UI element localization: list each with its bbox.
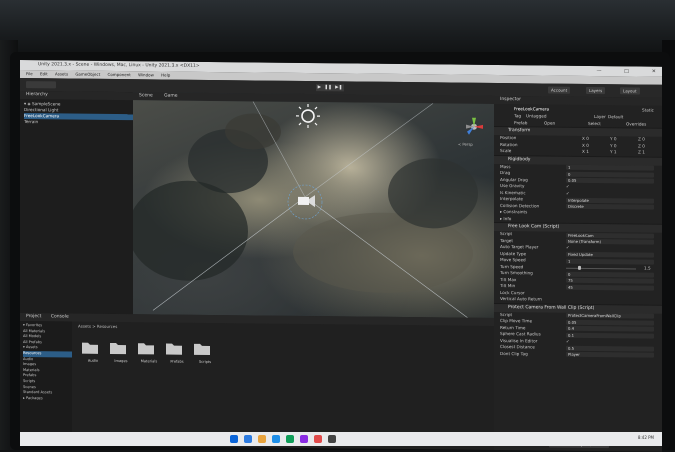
vs-icon[interactable] <box>300 435 308 443</box>
prefab-open-button[interactable]: Open <box>544 120 555 127</box>
transform-label: Scale <box>500 148 511 155</box>
pause-button[interactable]: ❚❚ <box>324 85 332 90</box>
menu-edit[interactable]: Edit <box>40 71 48 76</box>
tab-console[interactable]: Console <box>51 314 69 319</box>
folder-item[interactable]: Audio <box>80 340 106 363</box>
breadcrumb[interactable]: Assets > Resources <box>78 324 117 329</box>
y-field[interactable]: Y 1 <box>610 149 617 156</box>
app-icon[interactable] <box>328 435 336 443</box>
transform-tools[interactable] <box>26 81 56 88</box>
property-row: Dont Clip Tag Player <box>494 350 662 358</box>
menu-component[interactable]: Component <box>108 72 131 77</box>
tree-item[interactable]: ▸ Packages <box>23 396 72 402</box>
menu-help[interactable]: Help <box>161 72 170 77</box>
folder-label: Materials <box>136 359 162 363</box>
play-button[interactable]: ▶ <box>318 85 321 90</box>
object-name-field[interactable]: FreeLookCamera <box>514 104 549 113</box>
hierarchy-panel: Hierarchy ▾ ◈ SampleScene Directional Li… <box>20 91 133 314</box>
folder-label: Audio <box>80 359 106 363</box>
start-icon[interactable] <box>230 435 238 443</box>
browser-icon[interactable] <box>272 435 280 443</box>
playback-controls: ▶ ❚❚ ▶❚ <box>316 84 344 91</box>
property-label: Dont Clip Tag <box>500 351 528 358</box>
tab-scene[interactable]: Scene <box>139 93 153 98</box>
folder-label: Prefabs <box>164 360 190 364</box>
tab-project[interactable]: Project <box>26 314 41 319</box>
file-explorer-icon[interactable] <box>258 435 266 443</box>
inspector-panel: Inspector FreeLookCamera Static Tag Unta… <box>494 96 662 452</box>
tab-game[interactable]: Game <box>164 94 177 99</box>
prefab-label: Prefab <box>514 120 527 127</box>
orientation-gizmo-icon[interactable] <box>463 116 485 138</box>
menu-file[interactable]: File <box>26 71 33 76</box>
scene-overlay <box>133 100 494 322</box>
property-label: Vertical Auto Return <box>500 296 542 303</box>
windows-taskbar: 8:42 PM <box>20 432 662 446</box>
hierarchy-item-terrain[interactable]: Terrain <box>24 119 133 126</box>
z-field[interactable]: Z 1 <box>638 149 645 156</box>
foldout-label[interactable]: ▸ Info <box>500 216 511 223</box>
folder-icon <box>108 340 128 355</box>
camera-icon[interactable] <box>295 192 317 210</box>
property-dropdown[interactable]: Player <box>566 352 654 358</box>
slider-track[interactable] <box>566 267 636 269</box>
search-icon[interactable] <box>244 435 252 443</box>
menu-assets[interactable]: Assets <box>55 71 68 76</box>
folder-label: Scripts <box>192 360 218 364</box>
prefab-overrides-dropdown[interactable]: Overrides <box>626 121 646 128</box>
maximize-button[interactable]: □ <box>606 68 629 74</box>
folder-icon <box>136 340 156 355</box>
sun-icon[interactable] <box>293 102 323 130</box>
project-tree: ▾ Favorites All Materials All Models All… <box>20 321 72 446</box>
background-wall <box>0 0 675 58</box>
minimize-button[interactable]: — <box>579 68 602 74</box>
folder-icon <box>192 341 212 356</box>
folder-item[interactable]: Materials <box>136 340 162 363</box>
folder-icon <box>80 340 100 355</box>
layers-dropdown[interactable]: Layers <box>586 87 605 94</box>
store-icon[interactable] <box>286 435 294 443</box>
monitor-screen: Unity 2021.3.x - Scene - Windows, Mac, L… <box>20 60 662 452</box>
account-dropdown[interactable]: Account <box>548 87 570 94</box>
scene-viewport[interactable]: < Persp <box>133 100 494 322</box>
unity-icon[interactable] <box>314 435 322 443</box>
close-button[interactable]: ✕ <box>634 68 656 74</box>
layout-dropdown[interactable]: Layout <box>620 87 640 94</box>
folder-item[interactable]: Prefabs <box>164 341 190 364</box>
static-toggle[interactable]: Static <box>642 106 654 115</box>
folder-item[interactable]: Images <box>108 340 134 363</box>
prefab-select-button[interactable]: Select <box>588 120 601 127</box>
taskbar-clock[interactable]: 8:42 PM <box>638 435 654 440</box>
folder-grid: Audio Images Materials Prefabs Scripts <box>80 340 218 364</box>
slider-handle[interactable] <box>578 265 581 269</box>
window-title: Unity 2021.3.x - Scene - Windows, Mac, L… <box>20 62 200 69</box>
folder-item[interactable]: Scripts <box>192 341 218 364</box>
x-field[interactable]: X 1 <box>582 149 589 156</box>
folder-icon <box>164 341 184 356</box>
project-panel: Project Console ▾ Favorites All Material… <box>20 313 494 450</box>
menu-window[interactable]: Window <box>138 72 154 77</box>
folder-label: Images <box>108 359 134 363</box>
scene-panel: Scene Game <box>133 92 494 322</box>
step-button[interactable]: ▶❚ <box>335 85 342 90</box>
menu-gameobject[interactable]: GameObject <box>75 72 100 77</box>
persp-label[interactable]: < Persp <box>458 142 473 147</box>
